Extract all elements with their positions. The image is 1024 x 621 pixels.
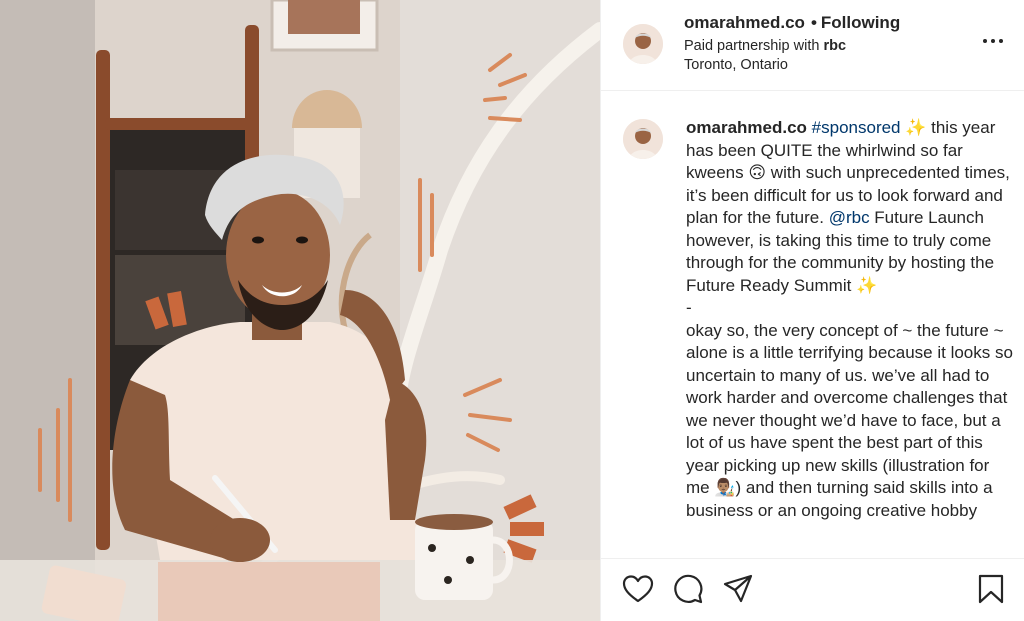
partner-link[interactable]: rbc (823, 38, 846, 54)
more-options-icon[interactable] (983, 37, 1003, 45)
hashtag-link[interactable]: #sponsored (812, 118, 901, 137)
post-header: omarahmed.co • Following Paid partnership … (601, 0, 1024, 91)
partnership-prefix: Paid partnership with (684, 38, 824, 54)
avatar-image (623, 24, 663, 64)
comments-area[interactable]: omarahmed.co #sponsored ✨ this year has … (601, 92, 1024, 558)
avatar[interactable] (623, 24, 663, 64)
comment-icon[interactable] (672, 573, 704, 605)
post-details-panel: omarahmed.co • Following Paid partnership … (600, 0, 1024, 621)
action-bar (601, 558, 1024, 621)
author-username[interactable]: omarahmed.co (684, 13, 805, 32)
separator-dot: • (810, 13, 817, 32)
post-author-line: omarahmed.co • Following (684, 13, 900, 33)
post-photo[interactable] (0, 0, 600, 621)
mention-link[interactable]: @rbc (829, 208, 870, 227)
bookmark-icon[interactable] (975, 573, 1007, 605)
post-photo-illustration (0, 0, 600, 621)
share-icon[interactable] (722, 573, 754, 605)
paid-partnership-label: Paid partnership with rbc (684, 38, 846, 54)
avatar-image (623, 119, 663, 159)
caption-text-continued: Future Launch however, is taking this ti… (686, 208, 1013, 520)
heart-icon[interactable] (622, 573, 654, 605)
post-caption: omarahmed.co #sponsored ✨ this year has … (686, 117, 1016, 522)
caption-avatar[interactable] (623, 119, 663, 159)
location-link[interactable]: Toronto, Ontario (684, 57, 788, 73)
following-button[interactable]: Following (821, 13, 900, 32)
caption-username[interactable]: omarahmed.co (686, 118, 807, 137)
